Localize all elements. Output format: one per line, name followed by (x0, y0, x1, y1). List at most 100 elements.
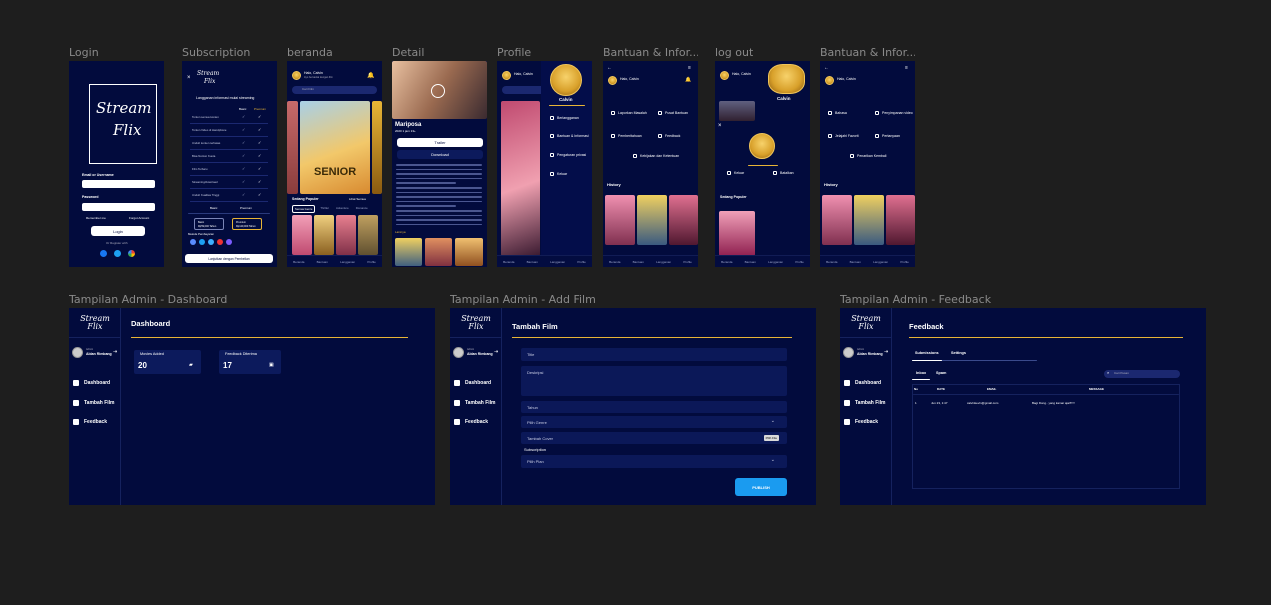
logout-icon[interactable]: ⇥ (113, 350, 117, 355)
play-icon[interactable] (431, 84, 445, 98)
settings-refund[interactable]: Penarikan Kembali (850, 154, 886, 158)
menu-logout[interactable]: Keluar (550, 172, 567, 176)
help-report[interactable]: Laporkan Masalah (611, 111, 647, 115)
nav-feedback[interactable]: Feedback (454, 419, 488, 425)
description-field[interactable]: Deskripsi (521, 366, 787, 396)
password-field[interactable] (82, 203, 155, 211)
menu-icon[interactable]: ≡ (905, 66, 908, 71)
trailer-button[interactable]: Trailer (397, 138, 483, 147)
help-feedback[interactable]: Feedback (658, 134, 680, 138)
nav-add-film[interactable]: Tambah Film (73, 400, 114, 406)
logout-icon[interactable]: ⇥ (884, 350, 888, 355)
settings-storage[interactable]: Penyimpanan video (875, 111, 913, 115)
login-button[interactable]: Login (91, 226, 145, 236)
bantuan-screen: ← ≡ Halo, Calvin 🔔 Laporkan Masalah Pusa… (603, 61, 698, 267)
greeting-sub: Ayo bersantai dengan film (304, 76, 333, 79)
nav-add-film[interactable]: Tambah Film (844, 400, 885, 406)
bantuan-screen-2: ← ≡ Halo, Calvin Bahasa Penyimpanan vide… (820, 61, 915, 267)
nav-feedback[interactable]: Feedback (73, 419, 107, 425)
menu-icon[interactable]: ≡ (688, 66, 691, 71)
download-button[interactable]: Download (397, 150, 483, 159)
page-title: Feedback (909, 322, 944, 331)
help-center[interactable]: Pusat Bantuan (658, 111, 688, 115)
payment-methods[interactable] (190, 239, 232, 245)
search-icon: ⌕ (1107, 370, 1110, 375)
logout-cancel[interactable]: Batalkan (773, 171, 794, 175)
banner-poster[interactable]: SENIOR (300, 101, 370, 194)
menu-subscribe[interactable]: Berlangganan (550, 116, 579, 120)
tab-settings[interactable]: Settings (951, 351, 966, 356)
frame-label-bantuan-2: Bantuan & Infor... (820, 46, 915, 59)
settings-faq[interactable]: Pertanyaan (875, 134, 900, 138)
lainnya-tab[interactable]: Lainnya (395, 231, 406, 234)
close-icon[interactable]: × (718, 123, 722, 129)
continue-purchase-button[interactable]: Lanjutkan dengan Pembelian (185, 254, 273, 263)
remember-me[interactable]: Remember me (86, 217, 106, 220)
page-title: Dashboard (131, 319, 171, 328)
year-field[interactable]: Tahun (521, 401, 787, 413)
history-title: History (824, 182, 838, 187)
profile-name: Calvin (559, 97, 573, 102)
frame-label-admin-add: Tampilan Admin - Add Film (450, 293, 596, 306)
publish-button[interactable]: PUBLISH (735, 478, 787, 496)
search-input[interactable]: ⌕ Cari Pesan (1104, 370, 1180, 378)
email-field[interactable] (82, 180, 155, 188)
menu-help[interactable]: Bantuan & Informasi (550, 134, 589, 138)
genre-chips[interactable]: Semua Genre Thriller Adventure Romance (292, 205, 370, 213)
bottom-nav[interactable]: Beranda Bantuan Langganan Profile (820, 255, 915, 267)
facebook-icon[interactable] (100, 250, 107, 257)
nav-feedback[interactable]: Feedback (844, 419, 878, 425)
help-notification[interactable]: Pemberitahuan (611, 134, 642, 138)
close-icon[interactable]: × (187, 75, 191, 81)
plan-option-premium[interactable]: Premium Rp129,000 Tahun (232, 218, 262, 230)
search-input[interactable]: Cari Film (292, 86, 377, 94)
forgot-link[interactable]: Forgot Account (129, 217, 149, 220)
plan-premium-tab[interactable]: Premium (240, 207, 252, 210)
payment-label: Metode Pembayaran (188, 232, 214, 236)
plan-basic-tab[interactable]: Basic (210, 207, 217, 210)
back-icon[interactable]: ← (607, 66, 612, 71)
genre-chip[interactable]: Romance (354, 205, 370, 213)
nav-dashboard[interactable]: Dashboard (844, 380, 881, 386)
genre-select[interactable]: Pilih Genre ⌄ (521, 416, 787, 428)
tab-submissions[interactable]: Submissions (915, 351, 939, 356)
nav-add-film[interactable]: Tambah Film (454, 400, 495, 406)
nav-dashboard[interactable]: Dashboard (73, 380, 110, 386)
see-all-link[interactable]: Lihat Semua (349, 198, 366, 201)
plan-select[interactable]: Pilih Plan ⌄ (521, 455, 787, 468)
help-policy[interactable]: Kebijakan dan Ketentuan (633, 154, 679, 158)
bottom-nav[interactable]: Beranda Bantuan Langganan Profile (715, 255, 810, 267)
genre-chip[interactable]: Semua Genre (292, 205, 316, 213)
bottom-nav[interactable]: Beranda Bantuan Langganan Profile (497, 255, 592, 267)
settings-language[interactable]: Bahasa (828, 111, 847, 115)
bell-icon[interactable]: 🔔 (685, 78, 691, 83)
logout-icon[interactable]: ⇥ (494, 350, 498, 355)
menu-privacy[interactable]: Pengaturan privasi (550, 153, 586, 157)
subtab-inbox[interactable]: Inbox (916, 371, 926, 376)
avatar[interactable] (292, 71, 301, 80)
genre-chip[interactable]: Thriller (318, 205, 331, 213)
register-with: Or Register with (106, 241, 128, 245)
greeting: Halo, Calvin (304, 71, 323, 75)
profile-avatar (550, 64, 582, 96)
back-icon[interactable]: ← (824, 66, 829, 71)
dialog-avatar (749, 133, 775, 159)
cover-upload[interactable]: Tambah Cover Pilih File (521, 432, 787, 444)
bottom-nav[interactable]: Beranda Bantuan Langganan Profile (287, 255, 382, 267)
genre-chip[interactable]: Adventure (334, 205, 351, 213)
logout-confirm[interactable]: Keluar (727, 171, 744, 175)
admin-username: Aldan Rimbang (86, 352, 112, 356)
google-icon[interactable] (128, 250, 135, 257)
title-field[interactable]: Title (521, 348, 787, 361)
plan-option-basic[interactable]: Basic Rp59,000 Tahun (194, 218, 224, 230)
sub-logo-2: Flix (204, 78, 216, 85)
frame-label-subscription: Subscription (182, 46, 251, 59)
nav-dashboard[interactable]: Dashboard (454, 380, 491, 386)
choose-file-button[interactable]: Pilih File (763, 435, 779, 441)
twitter-icon[interactable] (114, 250, 121, 257)
subtab-spam[interactable]: Spam (936, 371, 946, 376)
settings-favorites[interactable]: Jelajahi Favorit (828, 134, 859, 138)
bell-icon[interactable]: 🔔 (367, 73, 374, 79)
frame-label-admin-dashboard: Tampilan Admin - Dashboard (69, 293, 228, 306)
bottom-nav[interactable]: Beranda Bantuan Langganan Profile (603, 255, 698, 267)
